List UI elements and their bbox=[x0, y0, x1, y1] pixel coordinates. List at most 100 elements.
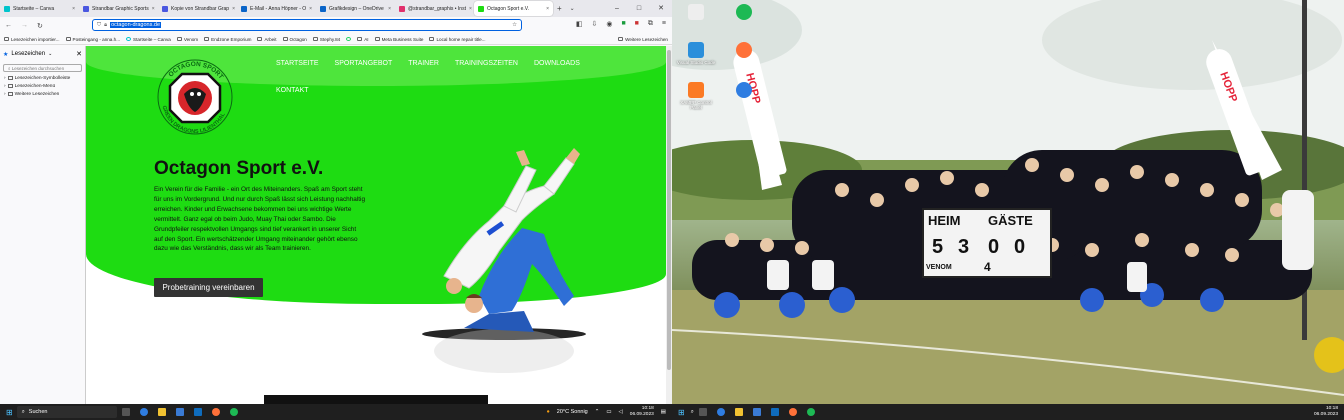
edge-icon[interactable] bbox=[716, 408, 725, 416]
scoreboard-sponsor: VENOM bbox=[926, 264, 952, 271]
taskbar-search[interactable]: ⌕ Suchen bbox=[16, 406, 117, 418]
back-icon[interactable]: ← bbox=[5, 22, 12, 29]
nav-sportangebot[interactable]: SPORTANGEBOT bbox=[335, 60, 393, 67]
close-icon[interactable]: ✕ bbox=[76, 50, 82, 58]
sidebar-item-toolbar[interactable]: › Lesezeichen-Symbolleiste bbox=[0, 74, 85, 82]
close-icon[interactable]: × bbox=[546, 6, 549, 12]
windows-start-icon[interactable]: ⊞ bbox=[6, 408, 13, 417]
windows-start-icon[interactable]: ⊞ bbox=[678, 408, 685, 417]
chevron-down-icon[interactable]: ⌄ bbox=[48, 51, 52, 57]
desktop-icon-xampp[interactable]: XAMPP Control Panel bbox=[676, 82, 716, 110]
store-icon[interactable] bbox=[175, 408, 184, 416]
tab-bar: Startseite – Canva × Strandbar Graphic Sp… bbox=[0, 0, 672, 17]
edge-icon[interactable] bbox=[139, 408, 148, 416]
tab-email[interactable]: E-Mail - Anna Höpner - O × bbox=[237, 1, 316, 16]
search-icon[interactable]: ⌕ bbox=[691, 409, 694, 416]
sidebar-title[interactable]: Lesezeichen bbox=[11, 51, 45, 57]
star-icon[interactable]: ☆ bbox=[512, 22, 517, 28]
pocket-icon[interactable]: ◧ bbox=[576, 20, 583, 28]
bookmark-item[interactable]: Stephy.84 bbox=[312, 37, 340, 42]
new-tab-icon[interactable]: + bbox=[557, 4, 562, 13]
desktop-icon-edge[interactable] bbox=[724, 82, 764, 100]
download-icon[interactable]: ⇩ bbox=[591, 20, 597, 28]
spotify-icon[interactable] bbox=[229, 408, 238, 416]
close-window-icon[interactable]: ✕ bbox=[650, 0, 672, 17]
video-player[interactable] bbox=[264, 395, 488, 404]
reload-icon[interactable]: ↻ bbox=[37, 22, 43, 30]
close-icon[interactable]: × bbox=[388, 6, 391, 12]
desktop-icon-recycle[interactable] bbox=[676, 4, 716, 22]
menu-icon[interactable]: ≡ bbox=[662, 20, 666, 28]
notification-icon[interactable]: ▤ bbox=[661, 409, 666, 415]
nav-trainingszeiten[interactable]: TRAININGSZEITEN bbox=[455, 60, 518, 67]
more-bookmarks[interactable]: Weitere Lesezeichen bbox=[618, 37, 672, 42]
forward-icon[interactable]: → bbox=[21, 22, 28, 29]
weather-text[interactable]: 20°C Sonnig bbox=[557, 409, 588, 415]
intro-text: Ein Verein für die Familie - ein Ort des… bbox=[154, 186, 366, 253]
bookmark-item[interactable]: Octagon bbox=[282, 37, 307, 42]
probetraining-button[interactable]: Probetraining vereinbaren bbox=[154, 278, 263, 297]
folder-icon bbox=[7, 84, 13, 88]
nav-startseite[interactable]: STARTSEITE bbox=[276, 60, 319, 67]
firefox-icon[interactable] bbox=[788, 408, 797, 416]
tab-canva[interactable]: Startseite – Canva × bbox=[0, 1, 79, 16]
mail-icon[interactable] bbox=[193, 408, 202, 416]
nav-downloads[interactable]: DOWNLOADS bbox=[534, 60, 580, 67]
clock[interactable]: 10:18 06.09.2023 bbox=[630, 406, 654, 418]
bookmark-item[interactable]: Venom bbox=[176, 37, 198, 42]
extension-icon[interactable]: ■ bbox=[621, 20, 625, 28]
bookmark-item[interactable]: Lesezeichen importier... bbox=[4, 37, 60, 42]
bookmark-item[interactable]: Meta Business Suite bbox=[374, 37, 423, 42]
tab-strandbar[interactable]: Strandbar Graphic Sports × bbox=[79, 1, 158, 16]
extension2-icon[interactable]: ■ bbox=[635, 20, 639, 28]
tab-onedrive[interactable]: Grafikdesign – OneDrive × bbox=[316, 1, 395, 16]
file-explorer-icon[interactable] bbox=[734, 408, 743, 416]
close-icon[interactable]: × bbox=[72, 6, 75, 12]
sidebar-search-input[interactable]: ⌕ Lesezeichen durchsuchen bbox=[3, 64, 82, 72]
account-icon[interactable]: ◉ bbox=[606, 20, 612, 28]
volume-icon[interactable]: ◁ bbox=[619, 409, 623, 415]
spotify-icon[interactable] bbox=[806, 408, 815, 416]
url-text[interactable]: octagon-dragons.de bbox=[110, 22, 162, 28]
nav-kontakt[interactable]: KONTAKT bbox=[276, 87, 309, 94]
extensions-icon[interactable]: ⧉ bbox=[648, 20, 653, 28]
tab-octagon[interactable]: Octagon Sport e.V. × bbox=[474, 1, 553, 16]
bookmark-item[interactable]: Arbeit bbox=[257, 37, 277, 42]
clock[interactable]: 10:18 06.09.2023 bbox=[1314, 406, 1338, 418]
shield-icon[interactable]: ⛉ bbox=[97, 22, 101, 29]
desktop-icon-spotify[interactable] bbox=[724, 4, 764, 22]
close-icon[interactable]: × bbox=[469, 6, 472, 12]
network-icon[interactable]: ▭ bbox=[606, 409, 611, 415]
doc-icon bbox=[83, 5, 89, 12]
bookmark-item[interactable]: Posteingang - anna.h... bbox=[65, 37, 120, 42]
store-icon[interactable] bbox=[752, 408, 761, 416]
task-view-icon[interactable] bbox=[698, 408, 707, 416]
tray-chevron-icon[interactable]: ⌃ bbox=[595, 409, 600, 415]
nav-trainer[interactable]: TRAINER bbox=[408, 60, 439, 67]
sidebar-item-menu[interactable]: › Lesezeichen-Menü bbox=[0, 82, 85, 90]
task-view-icon[interactable] bbox=[121, 408, 130, 416]
tab-instagram[interactable]: @strandbar_graphis • Inst × bbox=[395, 1, 474, 16]
minimize-icon[interactable]: – bbox=[606, 0, 628, 17]
bookmark-item[interactable]: AI bbox=[357, 37, 369, 42]
firefox-icon[interactable] bbox=[211, 408, 220, 416]
file-explorer-icon[interactable] bbox=[157, 408, 166, 416]
bookmark-item[interactable]: Local home repair title... bbox=[429, 37, 486, 42]
desktop-icon-vscode[interactable]: Visual Studio Code bbox=[676, 42, 716, 65]
tab-list-icon[interactable]: ⌄ bbox=[570, 5, 575, 12]
bookmark-item[interactable] bbox=[346, 37, 352, 41]
chevron-right-icon: › bbox=[4, 91, 6, 97]
lock-icon[interactable]: 🔒︎ bbox=[104, 22, 107, 29]
desktop-icon-firefox[interactable] bbox=[724, 42, 764, 60]
bookmark-item[interactable]: Startseite – Canva bbox=[126, 37, 171, 42]
close-icon[interactable]: × bbox=[232, 6, 235, 12]
bookmark-item[interactable]: Endzone Emporium bbox=[204, 37, 251, 42]
url-bar[interactable]: ⛉ 🔒︎ octagon-dragons.de ☆ bbox=[92, 19, 522, 31]
close-icon[interactable]: × bbox=[152, 6, 155, 12]
close-icon[interactable]: × bbox=[309, 6, 312, 12]
sidebar-item-other[interactable]: › Weitere Lesezeichen bbox=[0, 90, 85, 98]
octagon-logo[interactable]: OCTAGON SPORT GREEN DRAGONS LILIENTHAL bbox=[156, 58, 234, 136]
mail-icon[interactable] bbox=[770, 408, 779, 416]
maximize-icon[interactable]: □ bbox=[628, 0, 650, 17]
tab-kopie[interactable]: Kopie von Strandbar Grap × bbox=[158, 1, 237, 16]
